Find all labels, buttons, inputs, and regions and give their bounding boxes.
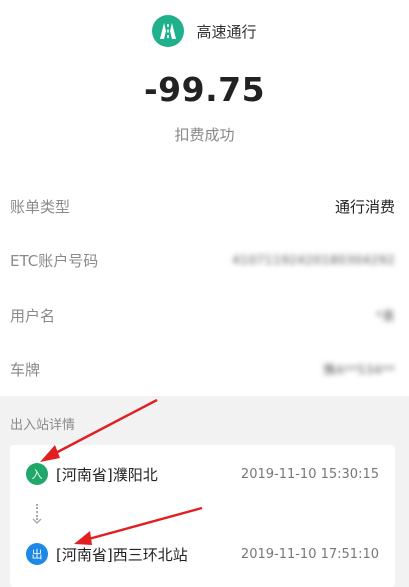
app-name: 高速通行 — [196, 22, 257, 41]
entry-badge: 入 — [26, 463, 48, 485]
exit-station: 出 [河南省]西三环北站 — [26, 543, 188, 565]
entry-station: 入 [河南省]濮阳北 — [26, 463, 158, 485]
exit-badge: 出 — [26, 543, 48, 565]
plate-value: 豫A**534** — [323, 362, 395, 377]
charge-amount: -99.75 — [143, 70, 266, 109]
station-section-title: 出入站详情 — [10, 418, 76, 433]
chevron-down-icon — [32, 518, 42, 524]
entry-station-name: [河南省]濮阳北 — [56, 465, 158, 484]
payment-status: 扣费成功 — [174, 126, 235, 144]
station-card: 入 [河南省]濮阳北 2019-11-10 15:30:15 出 [河南省]西三… — [10, 445, 395, 587]
app-header: 高速通行 — [0, 14, 409, 48]
username-label: 用户名 — [10, 306, 56, 325]
entry-time: 2019-11-10 15:30:15 — [240, 467, 379, 482]
exit-station-name: [河南省]西三环北站 — [56, 545, 188, 564]
etc-account-value: 41071192420180304292 — [232, 253, 395, 267]
bill-type-label: 账单类型 — [10, 197, 71, 216]
bill-type-row: 账单类型 通行消费 — [0, 179, 409, 233]
plate-label: 车牌 — [10, 360, 41, 379]
etc-account-row: ETC账户号码 41071192420180304292 — [0, 233, 409, 287]
etc-account-label: ETC账户号码 — [10, 251, 99, 270]
username-value: *喜 — [375, 308, 395, 323]
plate-row: 车牌 豫A**534** — [0, 342, 409, 396]
bill-type-value: 通行消费 — [334, 197, 395, 216]
exit-time: 2019-11-10 17:51:10 — [240, 547, 379, 562]
highway-icon — [152, 15, 185, 47]
username-row: 用户名 *喜 — [0, 288, 409, 342]
